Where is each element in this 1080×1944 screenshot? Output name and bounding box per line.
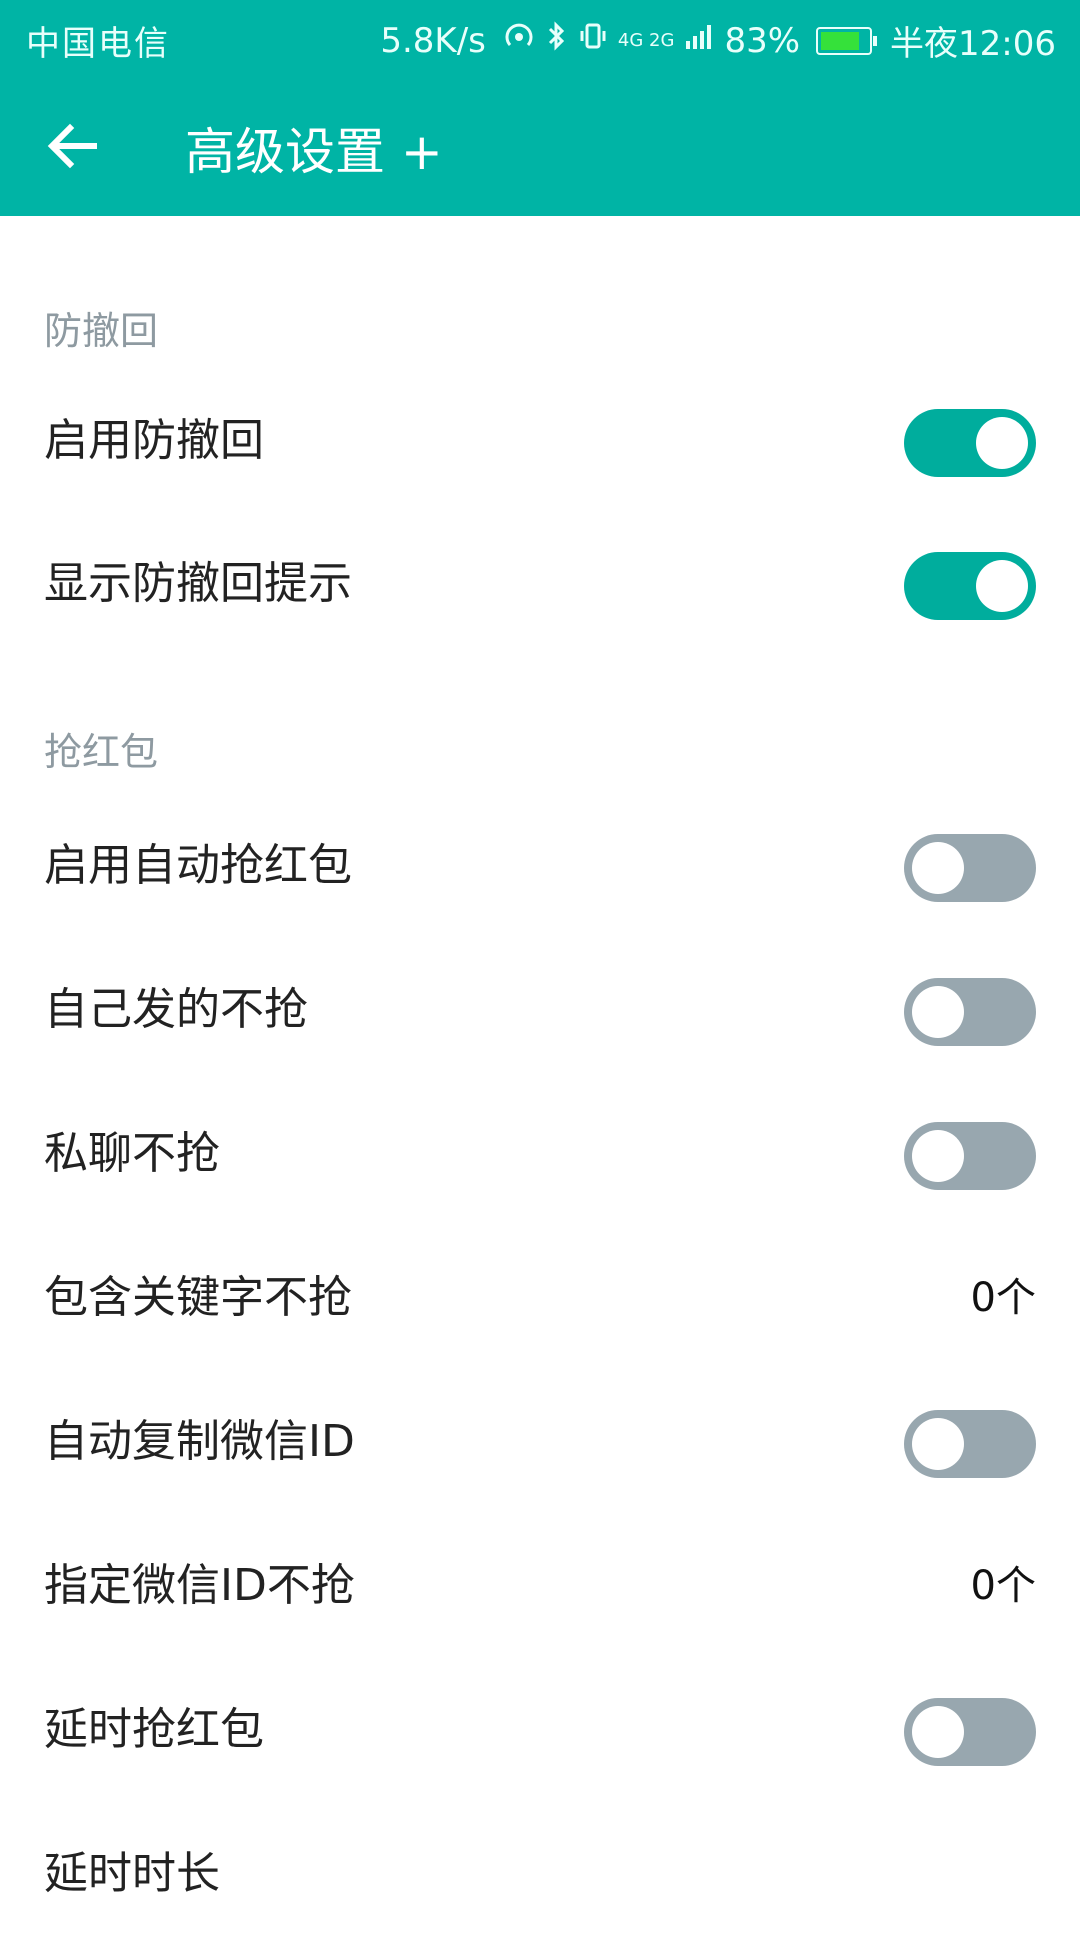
row-label: 指定微信ID不抢 [44, 1560, 355, 1611]
row-label: 启用自动抢红包 [44, 840, 352, 891]
network-type: 4G 2G [617, 29, 675, 51]
row-copy-wechat-id[interactable]: 自动复制微信ID [0, 1372, 1080, 1512]
row-delay-grab[interactable]: 延时抢红包 [0, 1660, 1080, 1800]
row-skip-own[interactable]: 自己发的不抢 [0, 940, 1080, 1080]
bluetooth-icon [546, 19, 568, 62]
row-delay-duration[interactable]: 延时时长 [0, 1804, 1080, 1944]
row-label: 延时时长 [44, 1848, 220, 1899]
toggle-skip-private[interactable] [904, 1122, 1036, 1190]
carrier-label: 中国电信 [26, 24, 170, 64]
toggle-show-recall-tip[interactable] [904, 552, 1036, 620]
toggle-delay-grab[interactable] [904, 1698, 1036, 1766]
row-label: 自己发的不抢 [44, 984, 308, 1035]
toggle-copy-wechat-id[interactable] [904, 1410, 1036, 1478]
vibrate-icon [578, 19, 608, 62]
row-label: 启用防撤回 [44, 415, 264, 466]
row-label: 自动复制微信ID [44, 1416, 355, 1467]
battery-percent: 83% [724, 20, 801, 61]
toggle-auto-grab[interactable] [904, 834, 1036, 902]
status-right: 5.8K/s 4G 2G 83% 半夜12:06 [380, 16, 1056, 65]
section-header-recall: 防撤回 [44, 309, 159, 353]
row-label: 显示防撤回提示 [44, 558, 352, 609]
toggle-enable-anti-recall[interactable] [904, 409, 1036, 477]
status-bar: 中国电信 5.8K/s 4G 2G 83% 半夜12:06 [0, 0, 1080, 76]
row-label: 延时抢红包 [44, 1704, 264, 1755]
row-label: 私聊不抢 [44, 1128, 220, 1179]
row-wechat-id-filter[interactable]: 指定微信ID不抢 0个 [0, 1516, 1080, 1656]
row-auto-grab[interactable]: 启用自动抢红包 [0, 796, 1080, 936]
wechat-id-count: 0个 [970, 1563, 1036, 1609]
top-bar: 中国电信 5.8K/s 4G 2G 83% 半夜12:06 高级设置 + [0, 0, 1080, 216]
clock: 半夜12:06 [890, 24, 1056, 64]
row-keyword-filter[interactable]: 包含关键字不抢 0个 [0, 1228, 1080, 1368]
back-button[interactable] [40, 114, 104, 178]
signal-icon [684, 19, 714, 62]
page-title: 高级设置 + [185, 123, 443, 181]
row-enable-anti-recall[interactable]: 启用防撤回 [0, 371, 1080, 511]
row-show-recall-tip[interactable]: 显示防撤回提示 [0, 514, 1080, 654]
keyword-count: 0个 [970, 1275, 1036, 1321]
battery-icon [816, 26, 878, 55]
hotspot-icon [502, 19, 536, 62]
section-header-red-packet: 抢红包 [44, 730, 159, 774]
arrow-left-icon [47, 123, 97, 169]
row-label: 包含关键字不抢 [44, 1272, 352, 1323]
row-skip-private[interactable]: 私聊不抢 [0, 1084, 1080, 1224]
app-bar: 高级设置 + [0, 100, 1080, 216]
network-speed: 5.8K/s [380, 20, 486, 61]
toggle-skip-own[interactable] [904, 978, 1036, 1046]
